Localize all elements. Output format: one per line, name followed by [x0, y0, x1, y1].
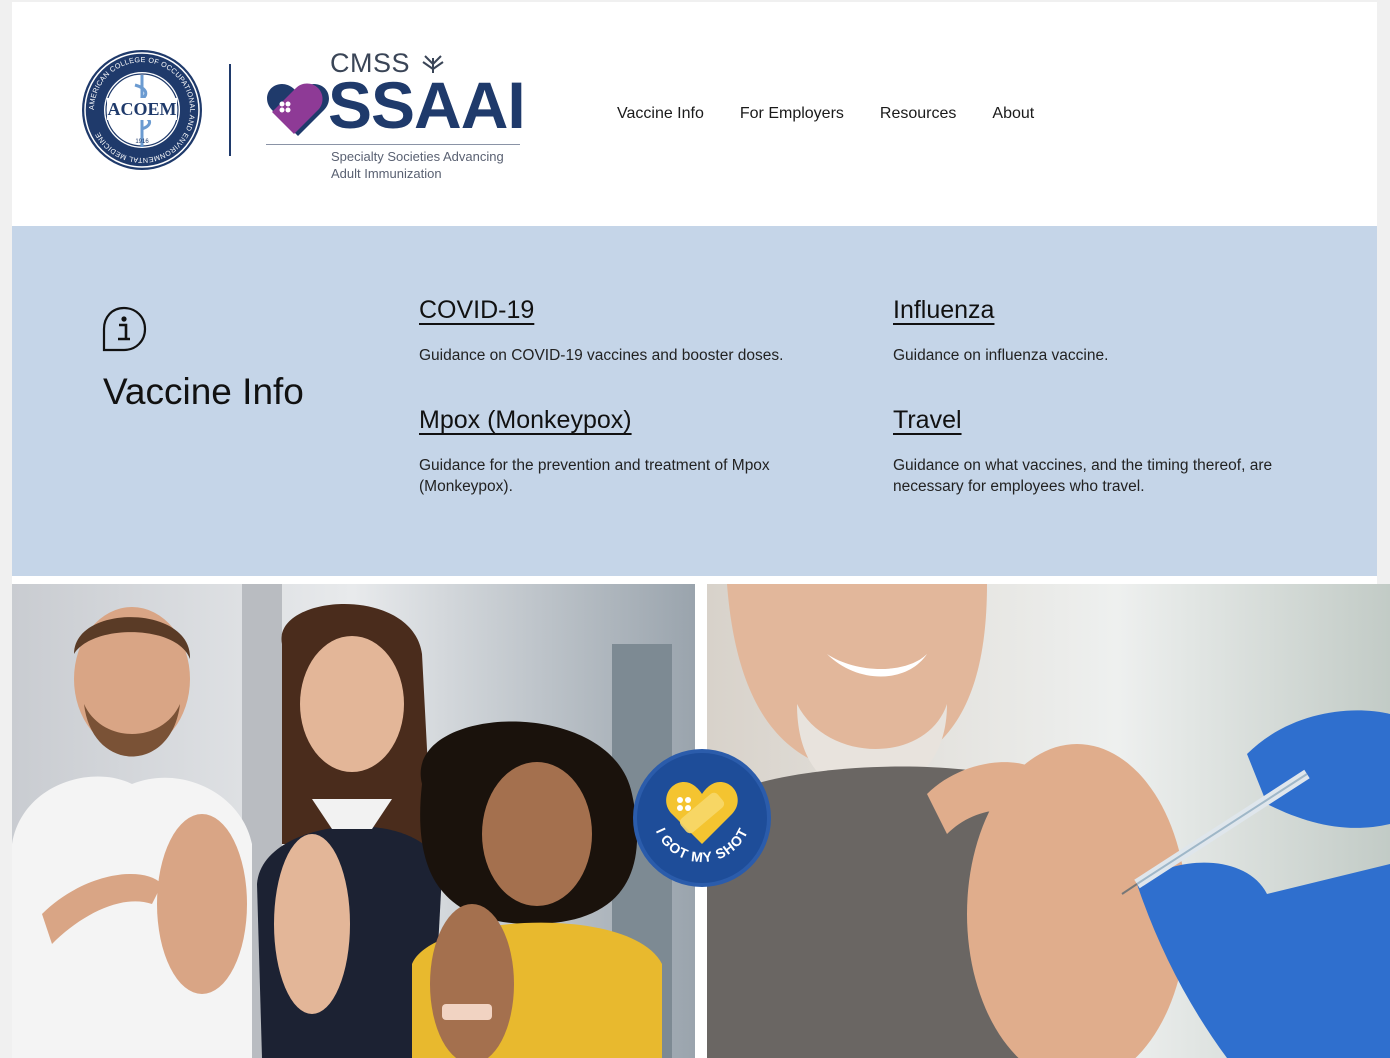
page: AMERICAN COLLEGE OF OCCUPATIONAL AND ENV…	[12, 2, 1390, 1058]
nav-for-employers[interactable]: For Employers	[740, 105, 844, 123]
card-mpox: Mpox (Monkeypox) Guidance for the preven…	[419, 406, 819, 497]
hero-photo-group	[12, 584, 695, 1058]
hero-photo-injection	[707, 584, 1390, 1058]
card-covid-19: COVID-19 Guidance on COVID-19 vaccines a…	[419, 296, 819, 366]
nav-resources[interactable]: Resources	[880, 105, 956, 123]
nav-about[interactable]: About	[992, 105, 1034, 123]
card-description: Guidance for the prevention and treatmen…	[419, 457, 770, 495]
logo-rule	[266, 144, 520, 145]
info-icon	[102, 306, 147, 352]
card-title-link[interactable]: Travel	[893, 406, 1313, 435]
heart-bandage-icon	[267, 83, 329, 136]
card-description: Guidance on influenza vaccine.	[893, 347, 1109, 364]
ssaai-tagline: Specialty Societies Advancing Adult Immu…	[331, 149, 504, 181]
nav-vaccine-info[interactable]: Vaccine Info	[617, 105, 704, 123]
card-description: Guidance on what vaccines, and the timin…	[893, 457, 1273, 495]
card-title-link[interactable]: Influenza	[893, 296, 1293, 325]
main-nav: Vaccine Info For Employers Resources Abo…	[617, 105, 1034, 123]
card-influenza: Influenza Guidance on influenza vaccine.	[893, 296, 1293, 366]
site-header: AMERICAN COLLEGE OF OCCUPATIONAL AND ENV…	[12, 2, 1377, 226]
acoem-year: 1916	[135, 139, 149, 145]
ssaai-wordmark: SSAAI	[328, 68, 526, 142]
card-title-link[interactable]: Mpox (Monkeypox)	[419, 406, 819, 435]
i-got-my-shot-badge: I GOT MY SHOT	[633, 749, 771, 887]
acoem-logo[interactable]: AMERICAN COLLEGE OF OCCUPATIONAL AND ENV…	[81, 49, 203, 171]
section-title: Vaccine Info	[103, 371, 304, 412]
card-title-link[interactable]: COVID-19	[419, 296, 819, 325]
card-description: Guidance on COVID-19 vaccines and booste…	[419, 347, 784, 364]
logo-divider	[229, 64, 231, 156]
card-travel: Travel Guidance on what vaccines, and th…	[893, 406, 1313, 497]
acoem-center-text: ACOEM	[108, 99, 177, 119]
vaccine-info-section: Vaccine Info COVID-19 Guidance on COVID-…	[12, 226, 1377, 576]
ssaai-logo[interactable]: CMSS SSAAI Specialty Societies Advancing…	[266, 48, 526, 188]
